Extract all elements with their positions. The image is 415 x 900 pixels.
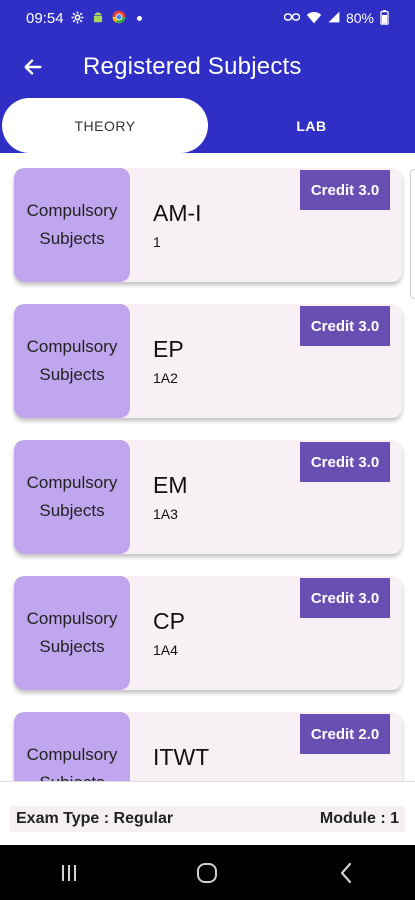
tab-theory[interactable]: THEORY [2,98,208,153]
recent-apps-button[interactable] [39,853,99,893]
recent-apps-icon [62,864,77,881]
module-label: Module : 1 [319,810,399,827]
chrome-icon [112,10,126,26]
subject-card[interactable]: Compulsory Subjects AM-I 1 Credit 3.0 [14,168,402,282]
subject-category: Compulsory Subjects [14,304,130,418]
subject-code: 1 [153,234,161,250]
subject-code: 1A4 [153,642,178,658]
page-title: Registered Subjects [83,53,302,80]
subject-category: Compulsory Subjects [14,712,130,781]
signal-icon [328,11,340,25]
android-icon [91,10,105,26]
footer-info: Exam Type : Regular Module : 1 [10,806,405,832]
exam-type-label: Exam Type : Regular [16,810,174,827]
subject-category: Compulsory Subjects [14,576,130,690]
battery-icon [380,9,389,27]
subject-card[interactable]: Compulsory Subjects CP 1A4 Credit 3.0 [14,576,402,690]
credit-badge: Credit 3.0 [300,578,390,618]
settings-gear-icon [71,11,84,26]
back-button[interactable] [6,36,60,98]
notification-dot-icon [136,15,142,21]
system-nav-bar [0,845,415,900]
back-nav-button[interactable] [316,853,376,893]
subject-list[interactable]: Compulsory Subjects AM-I 1 Credit 3.0 Co… [0,153,415,781]
subject-code: 1A3 [153,506,178,522]
subject-card[interactable]: Compulsory Subjects EM 1A3 Credit 3.0 [14,440,402,554]
subject-code: 1A2 [153,370,178,386]
credit-badge: Credit 3.0 [300,442,390,482]
status-time: 09:54 [26,9,64,27]
footer: Exam Type : Regular Module : 1 [0,781,415,845]
credit-badge: Credit 3.0 [300,306,390,346]
subject-name: AM-I [153,200,202,226]
arrow-left-icon [24,59,42,75]
credit-badge: Credit 2.0 [300,714,390,754]
subject-card[interactable]: Compulsory Subjects EP 1A2 Credit 3.0 [14,304,402,418]
subject-name: EP [153,336,184,362]
home-button[interactable] [177,853,237,893]
subject-category: Compulsory Subjects [14,168,130,282]
subject-category: Compulsory Subjects [14,440,130,554]
credit-badge: Credit 3.0 [300,170,390,210]
wifi-icon [306,11,322,26]
status-bar: 09:54 80% [0,0,415,36]
subject-name: EM [153,472,188,498]
subject-card[interactable]: Compulsory Subjects ITWT Credit 2.0 [14,712,402,781]
home-icon [197,862,218,883]
battery-percent: 80% [345,10,374,26]
subject-name: CP [153,608,185,634]
scrollbar-handle[interactable] [410,169,415,299]
app-bar: Registered Subjects [0,36,415,98]
tab-strip: THEORY LAB [0,98,415,153]
chevron-left-icon [340,862,351,883]
link-icon [283,12,301,24]
subject-name: ITWT [153,744,210,770]
tab-lab[interactable]: LAB [208,98,415,153]
